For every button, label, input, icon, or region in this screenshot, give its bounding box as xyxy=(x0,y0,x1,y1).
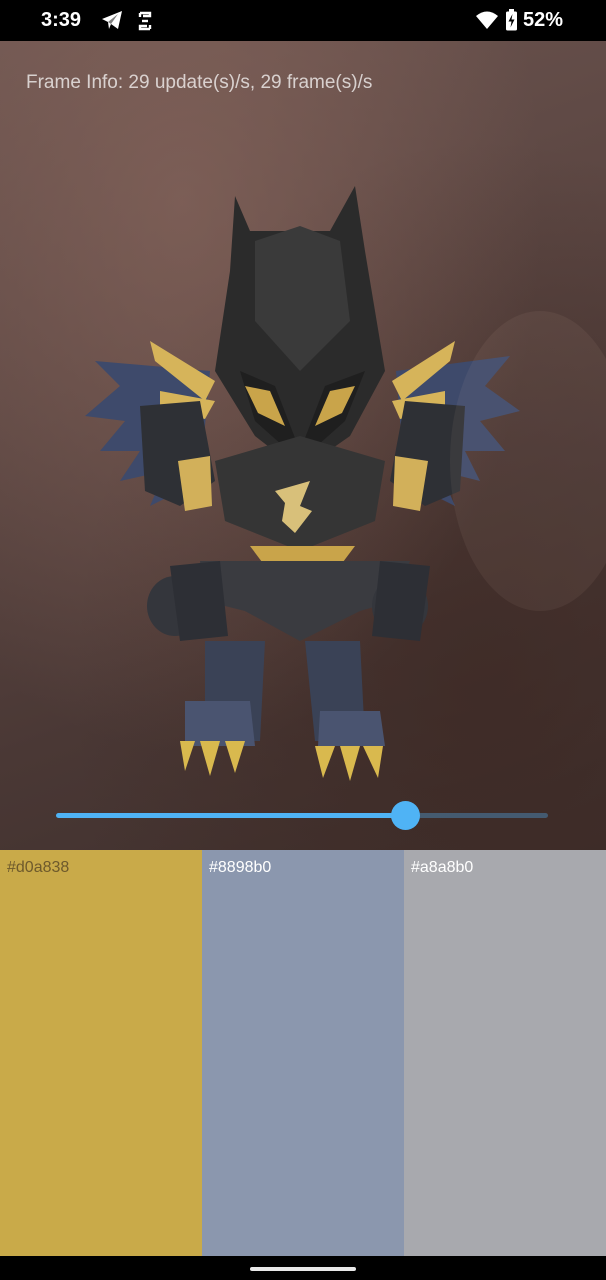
camera-photo xyxy=(85,186,606,781)
frame-info-text: Frame Info: 29 update(s)/s, 29 frame(s)/… xyxy=(26,72,373,93)
home-indicator[interactable] xyxy=(250,1267,356,1271)
threshold-slider[interactable] xyxy=(56,801,548,830)
slider-track-inactive[interactable] xyxy=(405,813,548,818)
swatch-hex-label: #d0a838 xyxy=(7,859,70,876)
status-bar: 3:39 52% xyxy=(0,0,606,41)
status-time: 3:39 xyxy=(41,9,82,31)
telegram-icon xyxy=(101,10,123,35)
camera-preview: Frame Info: 29 update(s)/s, 29 frame(s)/… xyxy=(0,41,606,850)
navigation-bar xyxy=(0,1256,606,1280)
swatch-hex-label: #a8a8b0 xyxy=(411,859,474,876)
sync-icon xyxy=(136,10,154,37)
battery-percentage: 52% xyxy=(523,9,564,31)
color-swatch: #a8a8b0 xyxy=(404,850,606,1256)
slider-track-active[interactable] xyxy=(56,813,405,818)
wifi-icon xyxy=(475,11,499,35)
color-palette: #d0a838 #8898b0 #a8a8b0 xyxy=(0,850,606,1256)
color-swatch: #d0a838 xyxy=(0,850,202,1256)
swatch-hex-label: #8898b0 xyxy=(209,859,272,876)
slider-thumb[interactable] xyxy=(391,801,420,830)
battery-charging-icon xyxy=(505,9,518,36)
color-swatch: #8898b0 xyxy=(202,850,404,1256)
